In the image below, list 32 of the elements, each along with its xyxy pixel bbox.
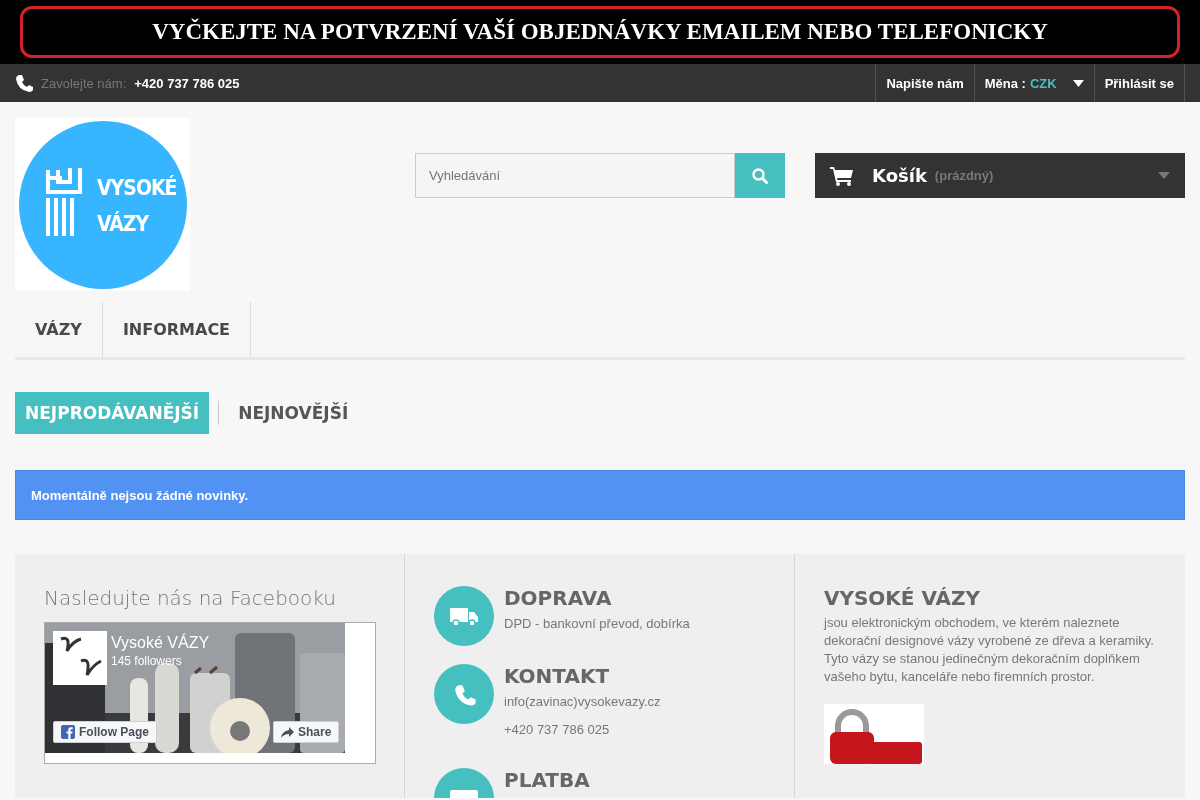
call-label: Zavolejte nám: — [41, 75, 127, 91]
info-title: PLATBA — [504, 768, 590, 792]
cart-status: (prázdný) — [934, 168, 995, 183]
caret-icon — [1072, 79, 1084, 87]
banner-text: VYČKEJTE NA POTVRZENÍ VAŠÍ OBJEDNÁVKY EMAILEM NEBO TELEFONICKY — [20, 6, 1180, 58]
search-icon — [752, 167, 768, 184]
currency-label: Měna : — [984, 75, 1026, 91]
about-text: jsou elektronickým obchodem, ve kterém naleznete dekorační designové vázy vyrobené ze dřeva a keramiky. Tyto vázy se stanou jedinečným dekoračním doplňkem vašeho bytu, kanceláře nebo firemních prostor. — [824, 614, 1155, 686]
about-title: VYSOKÉ VÁZY — [824, 586, 982, 610]
cart-button[interactable]: Košík (prázdný) — [815, 153, 1185, 198]
info-text: info(zavinac)vysokevazy.cz — [504, 694, 661, 709]
section-title: Nasledujte nás na Facebooku — [44, 586, 337, 610]
cart-icon — [830, 165, 854, 186]
phone-number: +420 737 786 025 — [134, 75, 240, 91]
info-alert: Momentálně nejsou žádné novinky. — [15, 470, 1185, 520]
info-title: KONTAKT — [504, 664, 611, 688]
search-field[interactable]: Vyhledávání — [415, 153, 735, 198]
top-link[interactable]: Napište nám — [875, 64, 974, 102]
cart-label: Košík — [872, 165, 927, 186]
info-text: DPD - bankovní převod, dobírka — [504, 616, 690, 631]
top-link[interactable]: Přihlásit se — [1093, 64, 1184, 102]
info-title: DOPRAVA — [504, 586, 613, 610]
tab[interactable]: NEJNOVĚJŠÍ — [228, 392, 359, 434]
info-text: +420 737 786 025 — [504, 722, 611, 737]
currency-dropdown[interactable]: Měna : CZK — [973, 64, 1094, 102]
menu-item[interactable]: INFORMACE — [102, 302, 252, 357]
logo-text: VYSOKÉ VÁZY — [97, 174, 177, 238]
search-button[interactable] — [735, 153, 785, 198]
currency-value: CZK — [1029, 75, 1057, 91]
caret-icon — [1158, 172, 1170, 179]
phone-icon — [15, 74, 33, 92]
menu-item[interactable]: VÁZY — [15, 302, 103, 357]
